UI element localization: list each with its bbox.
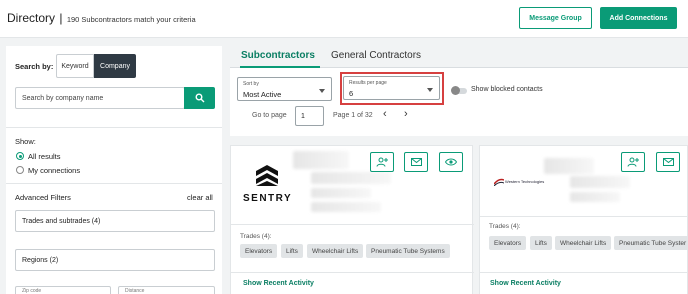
add-connections-button[interactable]: Add Connections	[600, 7, 677, 29]
trade-chip-list: Elevators Lifts Wheelchair Lifts Pneumat…	[489, 236, 688, 250]
blurred-company-info	[311, 202, 381, 212]
radio-my-connections[interactable]	[16, 166, 24, 174]
chevron-down-icon	[427, 88, 433, 92]
mail-icon	[410, 158, 422, 166]
tab-general-contractors[interactable]: General Contractors	[331, 50, 421, 61]
trade-chip: Pneumatic Tube Syster	[614, 236, 688, 250]
show-blocked-toggle[interactable]	[451, 86, 467, 95]
message-button[interactable]	[404, 152, 428, 172]
sort-by-label: Sort by	[243, 81, 259, 87]
trade-chip: Elevators	[489, 236, 527, 250]
company-logo: Western Technologies	[494, 178, 544, 190]
trade-chip: Wheelchair Lifts	[555, 236, 612, 250]
show-recent-activity-link[interactable]: Show Recent Activity	[243, 280, 314, 287]
results-per-page-label: Results per page	[349, 80, 387, 86]
sort-by-select[interactable]: Sort by Most Active	[237, 77, 332, 101]
sentry-logo-icon	[256, 165, 278, 186]
trades-label: Trades (4):	[489, 223, 521, 230]
trade-chip: Pneumatic Tube Systems	[366, 244, 450, 258]
trades-filter[interactable]: Trades and subtrades (4)	[15, 210, 215, 232]
blurred-company-name	[544, 158, 594, 174]
show-label: Show:	[15, 137, 36, 146]
add-connection-button[interactable]	[370, 152, 394, 172]
distance-field[interactable]: Distance	[118, 286, 215, 294]
company-toggle[interactable]: Company	[94, 54, 136, 78]
search-button[interactable]	[184, 87, 215, 109]
top-header: Directory | 190 Subcontractors match you…	[0, 0, 688, 38]
advanced-filters-label: Advanced Filters	[15, 193, 71, 202]
results-per-page-value: 6	[349, 89, 354, 98]
blurred-company-info	[570, 176, 630, 188]
trades-label: Trades (4):	[240, 233, 272, 240]
radio-all-results-label: All results	[28, 152, 61, 161]
search-icon	[195, 93, 204, 103]
results-controls: Sort by Most Active Results per page 6 S…	[230, 68, 688, 136]
eye-icon	[445, 158, 457, 166]
divider	[480, 216, 688, 217]
add-user-icon	[627, 157, 639, 167]
western-logo-icon	[494, 178, 504, 186]
zip-code-field[interactable]: Zip code	[15, 286, 111, 294]
logo-wordmark: SENTRY	[243, 193, 293, 204]
title-separator: |	[59, 11, 63, 25]
divider	[480, 272, 688, 273]
page-info: Page 1 of 32	[333, 112, 373, 119]
show-blocked-label: Show blocked contacts	[471, 86, 543, 93]
results-per-page-select[interactable]: Results per page 6	[343, 76, 440, 100]
add-user-icon	[376, 157, 388, 167]
company-logo: SENTRY	[243, 164, 293, 204]
chevron-down-icon	[319, 89, 325, 93]
match-count-text: 190 Subcontractors match your criteria	[66, 15, 196, 24]
keyword-toggle[interactable]: Keyword	[56, 54, 94, 78]
trade-chip: Wheelchair Lifts	[307, 244, 364, 258]
trade-chip: Lifts	[530, 236, 552, 250]
message-button[interactable]	[656, 152, 680, 172]
trade-chip-list: Elevators Lifts Wheelchair Lifts Pneumat…	[240, 244, 470, 258]
page-number-input[interactable]: 1	[295, 106, 324, 126]
next-page-button[interactable]: ›	[404, 108, 408, 120]
regions-filter[interactable]: Regions (2)	[15, 249, 215, 271]
add-connection-button[interactable]	[621, 152, 645, 172]
blurred-company-info	[570, 192, 620, 202]
divider	[6, 183, 222, 184]
trade-chip: Elevators	[240, 244, 278, 258]
company-search-input[interactable]: Search by company name	[15, 87, 185, 109]
radio-my-connections-label: My connections	[28, 166, 81, 175]
page-title: Directory | 190 Subcontractors match you…	[7, 11, 196, 25]
page-title-text: Directory	[7, 11, 56, 25]
company-card: Western Technologies Trades (4): Elevato…	[479, 145, 688, 294]
sort-by-value: Most Active	[243, 90, 282, 99]
go-to-page-label: Go to page	[252, 112, 287, 119]
divider	[231, 272, 474, 273]
blurred-company-info	[311, 188, 371, 198]
trade-chip: Lifts	[281, 244, 303, 258]
blurred-company-info	[311, 172, 391, 184]
radio-all-results[interactable]	[16, 152, 24, 160]
company-card: SENTRY Trades (4): Elevators Lifts Wheel…	[230, 145, 474, 294]
search-sidebar: Search by: Keyword Company Search by com…	[6, 46, 222, 294]
show-recent-activity-link[interactable]: Show Recent Activity	[490, 280, 561, 287]
view-button[interactable]	[439, 152, 463, 172]
directory-tabs: Subcontractors General Contractors	[230, 46, 688, 68]
mail-icon	[662, 158, 674, 166]
search-by-label: Search by:	[15, 62, 54, 71]
divider	[6, 127, 222, 128]
logo-wordmark: Western Technologies	[505, 179, 545, 184]
message-group-button[interactable]: Message Group	[519, 7, 592, 29]
blurred-company-name	[293, 151, 349, 169]
divider	[231, 224, 474, 225]
tab-subcontractors[interactable]: Subcontractors	[241, 50, 315, 61]
clear-all-link[interactable]: clear all	[187, 193, 213, 202]
prev-page-button[interactable]: ‹	[383, 108, 387, 120]
